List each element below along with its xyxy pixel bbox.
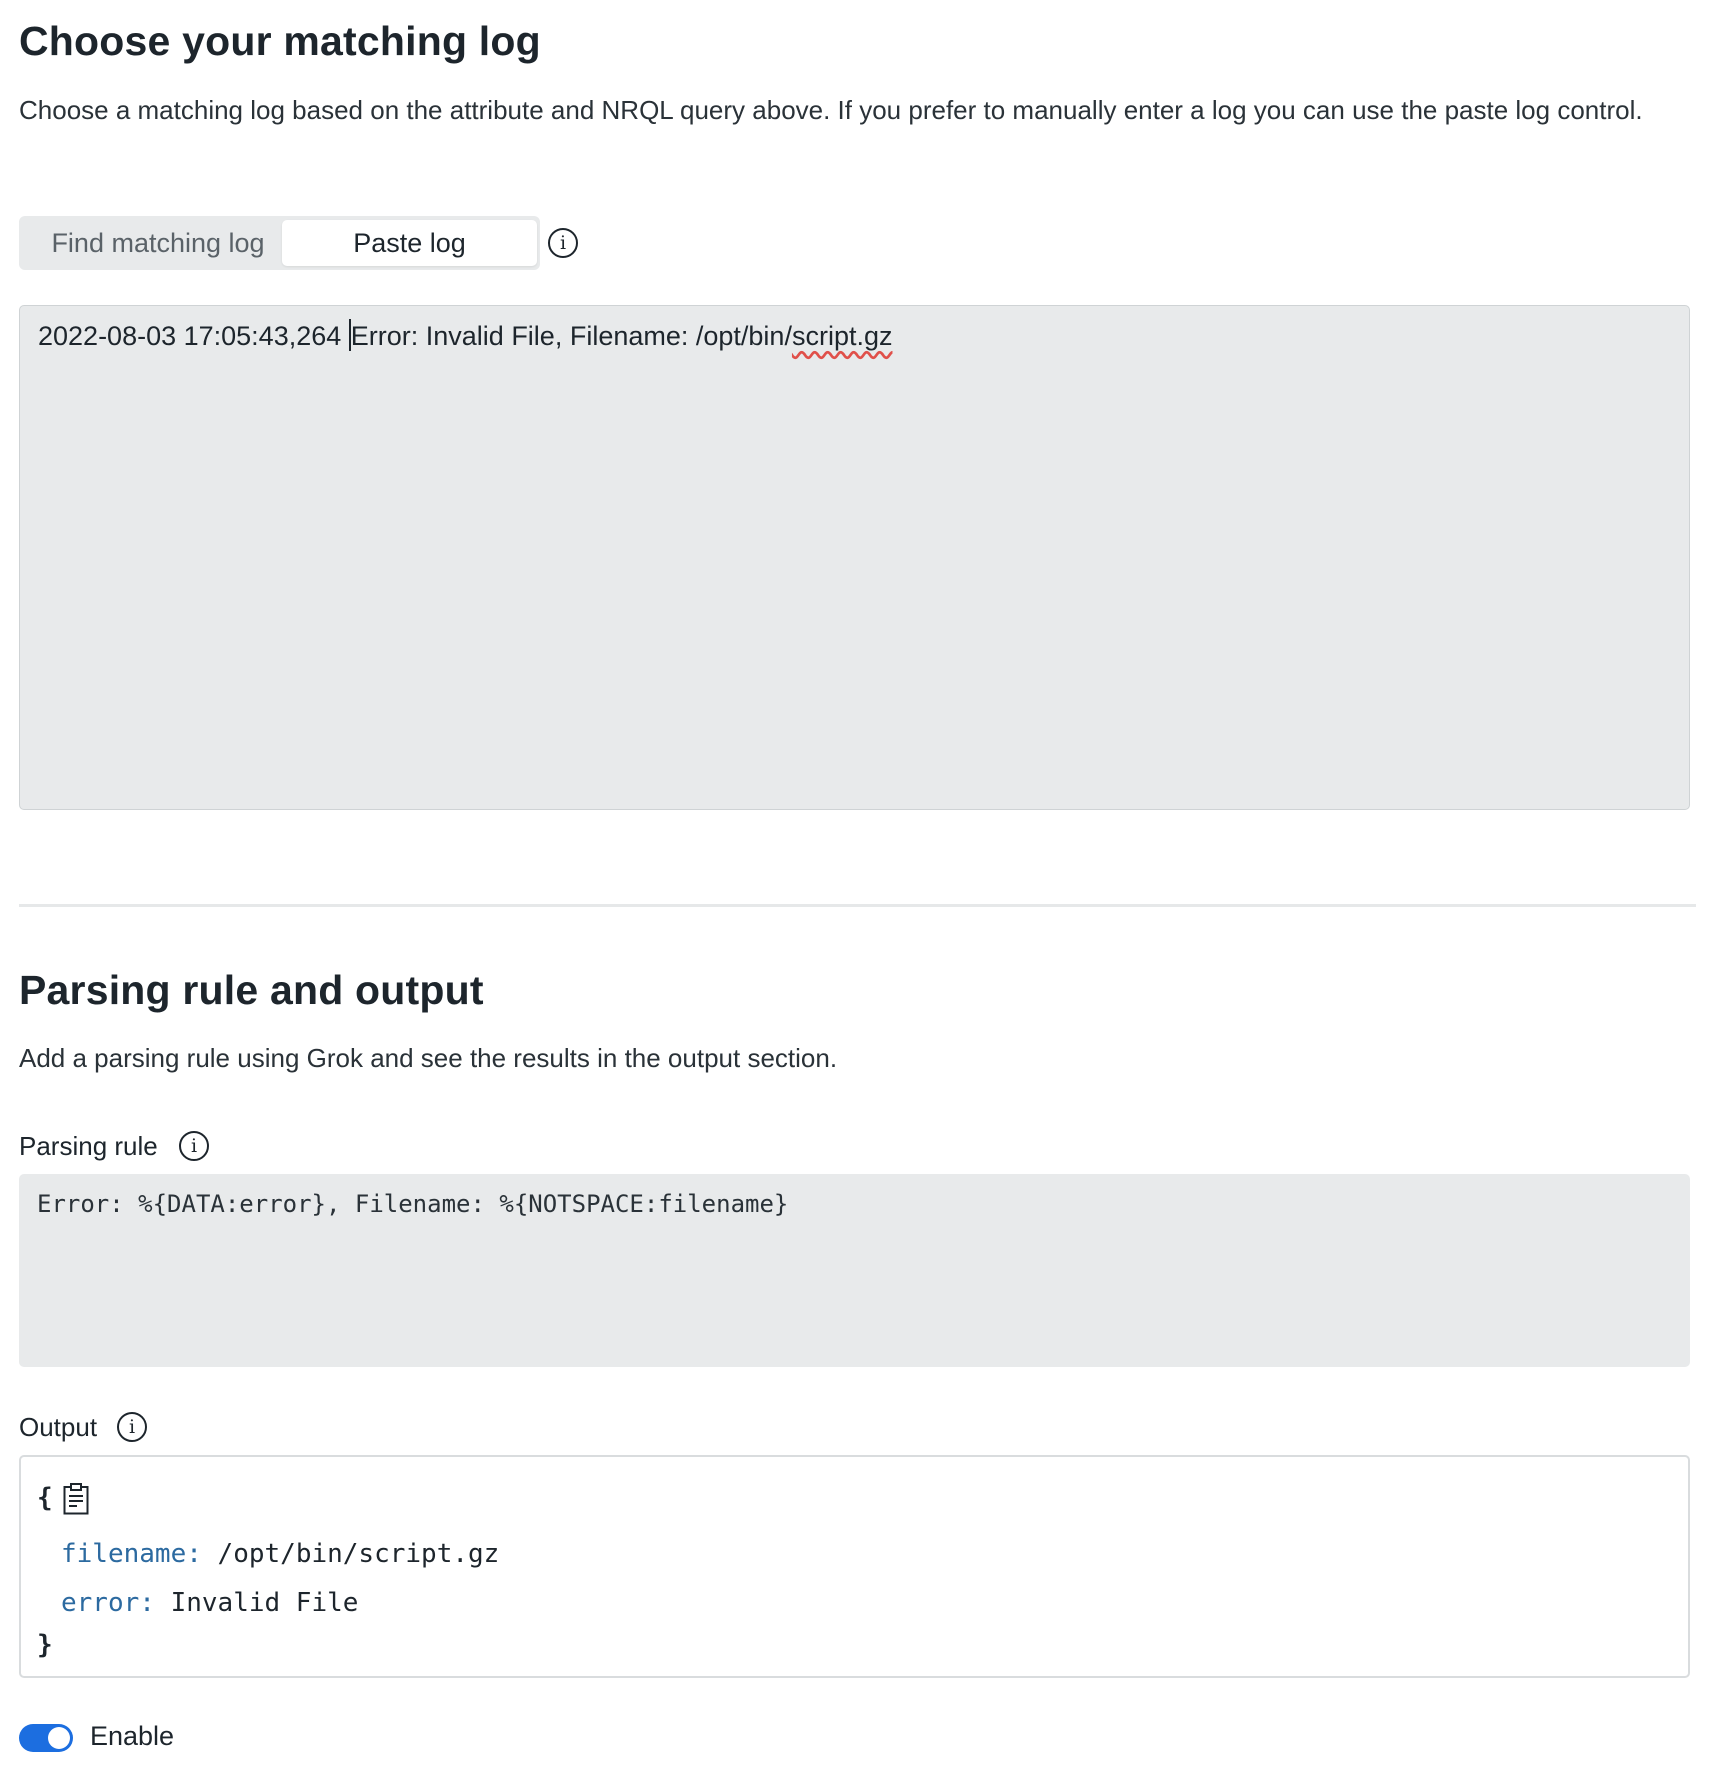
output-open-brace: { — [37, 1483, 53, 1513]
parsing-rule-label: Parsing rule — [19, 1131, 158, 1161]
enable-label: Enable — [90, 1721, 175, 1751]
section-divider — [19, 904, 1696, 907]
output-field-row: filename: /opt/bin/script.gz — [61, 1539, 499, 1569]
output-field-row: error: Invalid File — [61, 1588, 358, 1618]
log-misspelled-word: script.gz — [791, 321, 893, 351]
output-field-key: error: — [61, 1588, 155, 1618]
output-label: Output — [19, 1412, 98, 1442]
output-close-brace: } — [37, 1630, 53, 1660]
output-panel: { filename: /opt/bin/script.gz error: In… — [19, 1455, 1690, 1678]
info-icon[interactable]: i — [117, 1412, 147, 1442]
toggle-knob — [48, 1727, 70, 1749]
section-description-matching-log: Choose a matching log based on the attri… — [19, 95, 1643, 125]
log-source-segmented-control: Find matching log Paste log — [19, 216, 540, 270]
parsing-rule-input[interactable]: Error: %{DATA:error}, Filename: %{NOTSPA… — [19, 1174, 1690, 1367]
paste-log-textarea[interactable]: 2022-08-03 17:05:43,264 Error: Invalid F… — [19, 305, 1690, 810]
section-title-matching-log: Choose your matching log — [19, 18, 541, 64]
log-message: Error: Invalid File, Filename: /opt/bin/ — [350, 321, 792, 351]
output-field-value: Invalid File — [170, 1588, 359, 1618]
output-field-key: filename: — [61, 1539, 202, 1569]
log-timestamp: 2022-08-03 17:05:43,264 — [38, 321, 349, 351]
info-icon[interactable]: i — [179, 1131, 209, 1161]
enable-toggle[interactable] — [19, 1724, 73, 1752]
clipboard-icon[interactable] — [63, 1483, 89, 1515]
section-description-parsing-rule: Add a parsing rule using Grok and see th… — [19, 1043, 838, 1073]
tab-find-matching-log[interactable]: Find matching log — [22, 220, 294, 266]
section-title-parsing-rule: Parsing rule and output — [19, 967, 484, 1013]
output-field-value: /opt/bin/script.gz — [217, 1539, 500, 1569]
page: Choose your matching log Choose a matchi… — [0, 0, 1710, 1786]
info-icon[interactable]: i — [548, 228, 578, 258]
parsing-rule-value: Error: %{DATA:error}, Filename: %{NOTSPA… — [37, 1190, 789, 1218]
tab-paste-log[interactable]: Paste log — [282, 220, 537, 266]
log-text: 2022-08-03 17:05:43,264 Error: Invalid F… — [38, 316, 892, 356]
